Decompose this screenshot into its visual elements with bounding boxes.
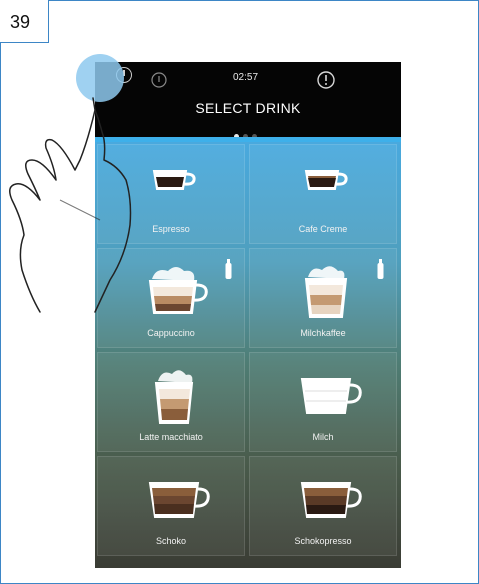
- step-cell: 39: [0, 0, 49, 43]
- status-bar: 02:57 SELECT DRINK: [95, 62, 401, 139]
- drink-label: Milchkaffee: [300, 328, 346, 338]
- schokopresso-cup-icon: [300, 482, 362, 518]
- drink-tile-latte-macchiato[interactable]: Latte macchiato: [97, 352, 245, 452]
- milk-bottle-icon: [377, 259, 384, 279]
- alert-icon[interactable]: [317, 71, 335, 89]
- drink-tile-cafe-creme[interactable]: Cafe Creme: [249, 144, 397, 244]
- milk-bottle-icon: [225, 259, 232, 279]
- schoko-cup-icon: [148, 482, 210, 518]
- pointing-hand-illustration: [9, 54, 132, 313]
- tap-indicator: [76, 54, 124, 102]
- drink-label: Cafe Creme: [298, 224, 348, 234]
- milk-cup-icon: [300, 378, 362, 414]
- screen-title: SELECT DRINK: [195, 100, 301, 116]
- drink-grid: Espresso Cafe Creme Cappuccino Milchkaff…: [95, 142, 401, 568]
- drink-label: Latte macchiato: [139, 432, 203, 442]
- coffee-machine-screen: 02:57 SELECT DRINK Espresso Cafe Creme C…: [95, 62, 401, 568]
- latte-macchiato-glass-icon: [154, 370, 194, 424]
- clock-time: 02:57: [233, 72, 259, 83]
- drink-label: Schokopresso: [294, 536, 352, 546]
- drink-label: Milch: [312, 432, 334, 442]
- drink-tile-milch[interactable]: Milch: [249, 352, 397, 452]
- cappuccino-cup-icon: [148, 267, 208, 314]
- cafe-creme-cup-icon: [304, 170, 348, 190]
- drink-tile-schokopresso[interactable]: Schokopresso: [249, 456, 397, 556]
- espresso-cup-icon: [152, 170, 196, 190]
- drink-tile-schoko[interactable]: Schoko: [97, 456, 245, 556]
- drink-tile-milchkaffee[interactable]: Milchkaffee: [249, 248, 397, 348]
- step-number: 39: [10, 12, 31, 32]
- steam-icon: [151, 72, 167, 88]
- milchkaffee-glass-icon: [304, 266, 348, 318]
- drink-label: Schoko: [155, 536, 187, 546]
